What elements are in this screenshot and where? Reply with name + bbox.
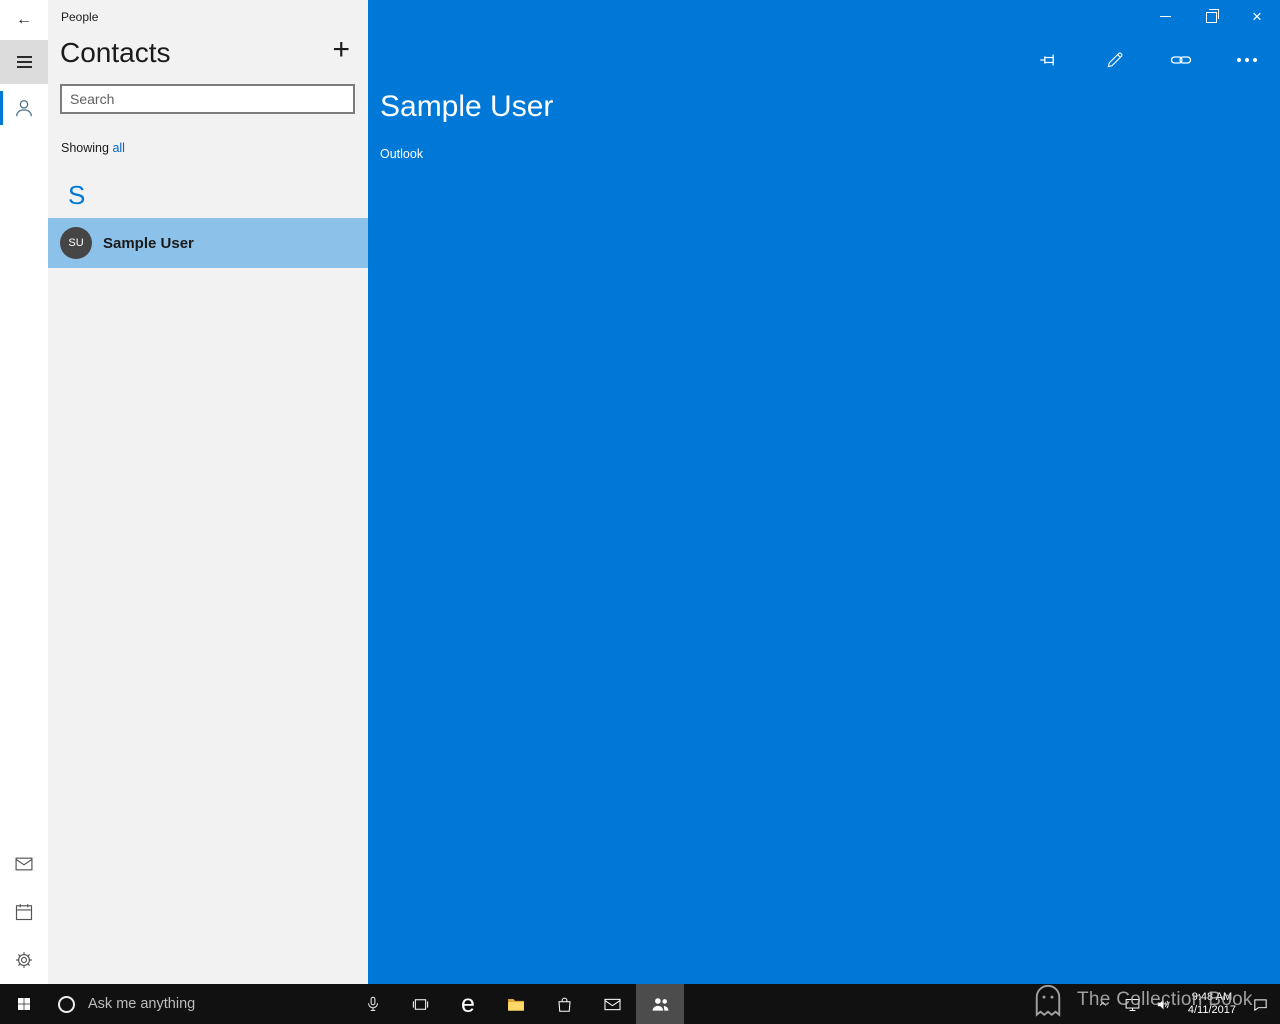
contact-list-item[interactable]: SU Sample User [48,218,368,269]
task-view-button[interactable] [396,984,444,1024]
mail-icon [15,857,33,871]
search-box [60,84,355,115]
cortana-search[interactable]: Ask me anything [48,984,388,1024]
pencil-icon [1107,52,1123,68]
store-button[interactable] [540,984,588,1024]
pin-button[interactable] [1016,44,1082,76]
settings-button[interactable] [0,936,48,984]
pin-icon [1040,54,1054,66]
contacts-panel: People Contacts + Showing all S SU Sampl… [48,0,368,984]
window-controls: × [1142,0,1280,32]
minimize-icon [1159,15,1171,17]
gear-icon [16,952,32,968]
more-button[interactable] [1214,44,1280,76]
back-icon: ← [16,11,32,28]
edge-button[interactable]: e [444,984,492,1024]
restore-icon [1205,9,1219,23]
cortana-icon [58,995,75,1013]
nav-rail: ← [0,0,48,984]
system-tray: 9:48 AM 4/11/2017 [1089,984,1280,1024]
people-icon [652,997,668,1011]
calendar-icon [15,904,33,921]
store-bag-icon [557,997,571,1012]
network-tray-button[interactable] [1117,984,1148,1024]
filter-all-link[interactable]: all [112,141,125,155]
close-icon: × [1252,6,1262,26]
ellipsis-icon [1237,58,1257,62]
contacts-heading: Contacts [60,37,171,68]
contact-detail-name: Sample User [380,90,554,123]
restore-button[interactable] [1188,0,1234,32]
action-center-icon [1254,998,1267,1011]
people-app-button[interactable] [636,984,684,1024]
menu-button[interactable] [0,40,48,84]
speaker-icon [1157,999,1169,1009]
file-explorer-button[interactable] [492,984,540,1024]
chevron-up-icon [1099,1001,1107,1006]
microphone-button[interactable] [364,995,382,1013]
contact-toolbar [1016,44,1280,76]
back-button[interactable]: ← [0,0,48,40]
edit-button[interactable] [1082,44,1148,76]
clock-time: 9:48 AM [1191,991,1233,1003]
contact-name: Sample User [103,234,194,252]
tray-overflow-button[interactable] [1089,984,1117,1024]
people-app-window: ← People Contacts + Search Showing all S… [0,0,1280,984]
folder-icon [508,999,524,1011]
calendar-nav-button[interactable] [0,888,48,936]
action-center-button[interactable] [1245,984,1276,1024]
nav-rail-bottom [0,840,48,984]
network-icon [1125,998,1140,1011]
section-letter[interactable]: S [68,180,368,211]
add-contact-button[interactable]: + [332,35,350,65]
link-icon [1170,56,1192,64]
minimize-button[interactable] [1142,0,1188,32]
contact-account-source[interactable]: Outlook [380,147,423,161]
link-contacts-button[interactable] [1148,44,1214,76]
contacts-nav-button[interactable] [0,84,48,132]
mail-nav-button[interactable] [0,840,48,888]
start-button[interactable] [0,984,48,1024]
windows-logo-icon [18,998,30,1010]
edge-icon: e [461,989,475,1018]
search-input[interactable] [62,86,353,113]
task-view-icon [412,998,428,1010]
clock-date: 4/11/2017 [1187,1004,1236,1016]
showing-label: Showing [61,141,109,156]
mail-app-icon [603,998,621,1010]
contacts-header: Contacts + [60,35,350,69]
contact-detail-pane: × Sample User Outlook [368,0,1280,984]
mail-app-button[interactable] [588,984,636,1024]
taskbar: Ask me anything e 9:48 AM 4/11/2017 [0,984,1280,1024]
microphone-icon [367,996,379,1011]
filter-status: Showing all [61,141,368,155]
hamburger-icon [16,56,32,68]
contact-avatar: SU [60,227,92,260]
person-icon [16,100,32,117]
taskbar-app-icons: e [396,984,684,1024]
taskbar-clock[interactable]: 9:48 AM 4/11/2017 [1179,991,1245,1017]
taskbar-search-placeholder: Ask me anything [88,996,196,1012]
app-title: People [61,10,99,24]
close-button[interactable]: × [1234,0,1280,32]
volume-tray-button[interactable] [1148,984,1179,1024]
